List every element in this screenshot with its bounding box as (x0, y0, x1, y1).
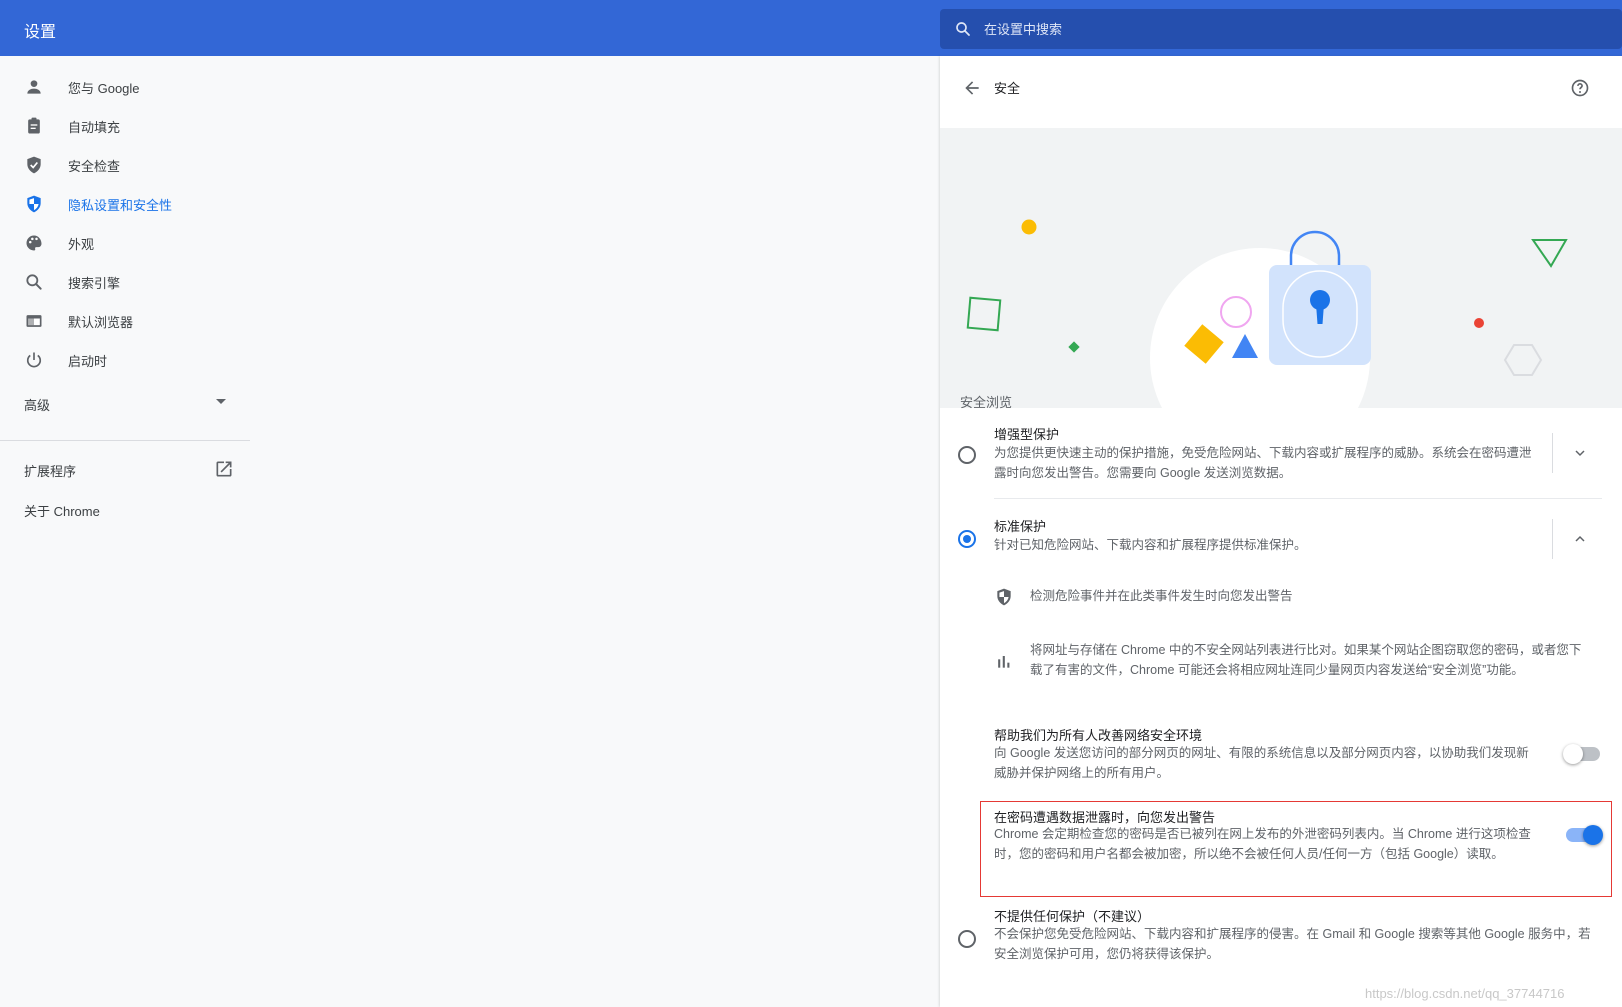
privacy-shield-icon (27, 195, 41, 213)
toggle-desc: Chrome 会定期检查您的密码是否已被列在网上发布的外泄密码列表内。当 Chr… (994, 827, 1531, 861)
option-divider (994, 498, 1602, 499)
vertical-separator (1552, 519, 1553, 559)
section-title-safe-browsing: 安全浏览 (960, 395, 1013, 410)
expand-button[interactable] (1562, 435, 1598, 471)
chevron-up-icon (1575, 535, 1585, 542)
sidebar-item-label: 自动填充 (68, 120, 121, 135)
sidebar-item-default-browser[interactable]: 默认浏览器 (0, 300, 250, 340)
top-bar: 设置 (0, 0, 1622, 56)
arrow-back-icon (965, 81, 979, 95)
sidebar-item-label: 默认浏览器 (68, 315, 134, 330)
option-title: 标准保护 (994, 519, 1047, 534)
radio-standard[interactable] (958, 530, 976, 548)
sidebar-item-label: 搜索引擎 (68, 276, 121, 291)
sidebar-item-autofill[interactable]: 自动填充 (0, 105, 250, 145)
sidebar-item-appearance[interactable]: 外观 (0, 222, 250, 262)
security-page-card: 安全 安全浏览 增强型保护 为您提供更快速主动的保护措施，免受危险网站、下载内容… (940, 56, 1622, 1007)
detail-text: 将网址与存储在 Chrome 中的不安全网站列表进行比对。如果某个网站企图窃取您… (1030, 643, 1582, 677)
collapse-button[interactable] (1562, 521, 1598, 557)
sidebar-item-search-engine[interactable]: 搜索引擎 (0, 261, 250, 301)
option-desc: 不会保护您免受危险网站、下载内容和扩展程序的侵害。在 Gmail 和 Googl… (994, 927, 1591, 961)
sidebar-item-you-and-google[interactable]: 您与 Google (0, 66, 250, 106)
vertical-separator (1552, 433, 1553, 473)
watermark: https://blog.csdn.net/qq_37744716 (1365, 986, 1565, 1001)
toggle-knob (1563, 744, 1583, 764)
option-standard-protection[interactable]: 标准保护 针对已知危险网站、下载内容和扩展程序提供标准保护。 (940, 516, 1622, 576)
caret-down-icon (216, 399, 226, 404)
extensions-label: 扩展程序 (24, 464, 77, 479)
radio-enhanced[interactable] (958, 446, 976, 464)
page-header: 安全 (940, 56, 1622, 128)
sidebar-item-label: 启动时 (68, 354, 108, 369)
sidebar-item-safety-check[interactable]: 安全检查 (0, 144, 250, 184)
toggle-knob (1583, 825, 1603, 845)
security-illustration (940, 128, 1622, 408)
detail-text: 检测危险事件并在此类事件发生时向您发出警告 (1030, 589, 1293, 603)
chevron-down-icon (1575, 450, 1585, 457)
extensions-link[interactable]: 扩展程序 (0, 449, 250, 489)
palette-icon (26, 235, 42, 251)
clipboard-icon (28, 117, 40, 134)
search-input[interactable] (984, 9, 1584, 49)
app-title: 设置 (24, 24, 57, 41)
toggle-title: 帮助我们为所有人改善网络安全环境 (994, 728, 1203, 743)
settings-window: 设置 您与 Google 自动填充 (0, 0, 1622, 1007)
sidebar-item-label: 您与 Google (68, 81, 140, 96)
sidebar-item-privacy[interactable]: 隐私设置和安全性 (0, 183, 250, 223)
sidebar-item-label: 隐私设置和安全性 (68, 198, 173, 213)
help-button[interactable] (1564, 72, 1596, 104)
option-enhanced-protection[interactable]: 增强型保护 为您提供更快速主动的保护措施，免受危险网站、下载内容或扩展程序的威胁… (940, 421, 1622, 493)
person-icon (27, 80, 41, 94)
power-icon (26, 352, 42, 368)
about-chrome-label: 关于 Chrome (24, 504, 100, 519)
toggle-password-leak-warning[interactable] (1566, 825, 1603, 845)
browser-icon (26, 315, 42, 327)
search-box[interactable] (940, 9, 1622, 49)
advanced-toggle[interactable]: 高级 (0, 383, 250, 423)
option-no-protection[interactable]: 不提供任何保护（不建议） 不会保护您免受危险网站、下载内容和扩展程序的侵害。在 … (940, 906, 1622, 966)
option-title: 增强型保护 (994, 427, 1060, 442)
back-button[interactable] (956, 72, 988, 104)
toggle-desc: 向 Google 发送您访问的部分网页的网址、有限的系统信息以及部分网页内容，以… (994, 746, 1529, 780)
search-icon (26, 274, 42, 290)
search-icon (956, 22, 970, 36)
shield-check-icon (27, 156, 41, 174)
help-icon (1571, 79, 1589, 97)
open-external-icon (216, 461, 232, 477)
sidebar-divider (0, 440, 250, 441)
radio-no-protection[interactable] (958, 930, 976, 948)
sidebar-item-on-startup[interactable]: 启动时 (0, 339, 250, 379)
page-title: 安全 (994, 81, 1021, 96)
sidebar-item-label: 安全检查 (68, 159, 121, 174)
option-desc: 为您提供更快速主动的保护措施，免受危险网站、下载内容或扩展程序的威胁。系统会在密… (994, 446, 1532, 480)
about-chrome-link[interactable]: 关于 Chrome (0, 489, 250, 529)
sidebar: 您与 Google 自动填充 安全检查 隐私设置和安全性 外观 搜索引擎 默认浏… (0, 56, 250, 1007)
shield-half-icon (997, 588, 1011, 606)
sidebar-item-label: 外观 (68, 237, 95, 252)
option-desc: 针对已知危险网站、下载内容和扩展程序提供标准保护。 (994, 538, 1307, 552)
lock-illustration (966, 219, 1568, 408)
bar-chart-icon (998, 656, 1010, 668)
advanced-label: 高级 (24, 398, 51, 413)
toggle-improve-security[interactable] (1563, 744, 1600, 764)
option-title: 不提供任何保护（不建议） (994, 909, 1151, 924)
